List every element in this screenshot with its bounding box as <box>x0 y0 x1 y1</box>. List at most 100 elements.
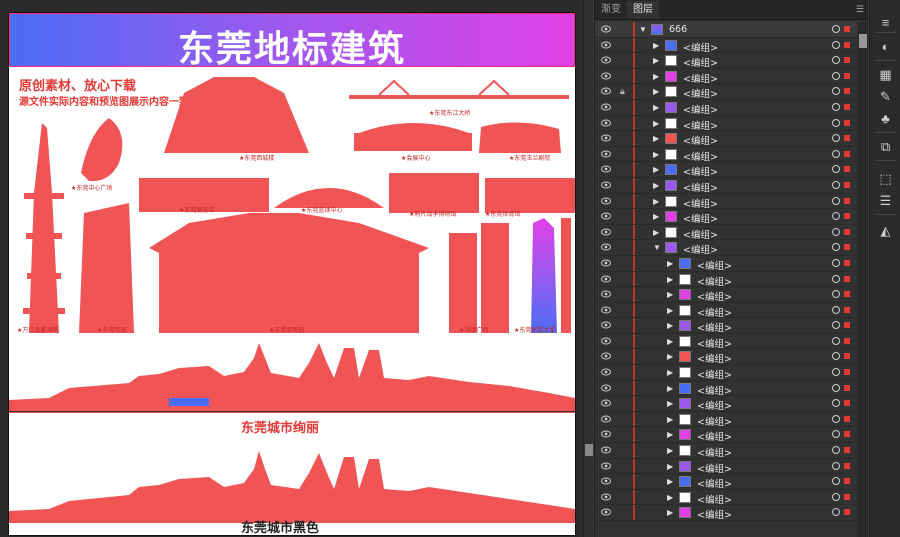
selection-indicator[interactable] <box>844 26 850 32</box>
target-circle-icon[interactable] <box>832 87 840 96</box>
layer-name[interactable]: <编组> <box>697 383 732 397</box>
visibility-eye-icon[interactable] <box>601 321 611 329</box>
collapse-triangle-icon[interactable]: ▼ <box>653 243 661 252</box>
expand-triangle-icon[interactable]: ▶ <box>667 399 673 408</box>
expand-triangle-icon[interactable]: ▶ <box>667 275 673 284</box>
layer-row[interactable]: ▶ <编组> <box>595 396 857 412</box>
selection-indicator[interactable] <box>844 415 850 422</box>
expand-triangle-icon[interactable]: ▶ <box>653 165 659 174</box>
selection-indicator[interactable] <box>844 291 850 298</box>
layer-row[interactable]: ▶ <编组> <box>595 474 857 490</box>
layer-row[interactable]: 🔒︎ ▶ <编组> <box>595 84 857 100</box>
layer-name[interactable]: <编组> <box>683 164 718 178</box>
visibility-eye-icon[interactable] <box>601 181 611 189</box>
expand-triangle-icon[interactable]: ▶ <box>653 212 659 221</box>
layer-row[interactable]: ▶ <编组> <box>595 443 857 459</box>
target-circle-icon[interactable] <box>832 461 840 470</box>
selection-indicator[interactable] <box>844 369 850 376</box>
layers-scrollbar-thumb[interactable] <box>859 34 867 48</box>
artboard[interactable]: 东莞地标建筑 原创素材、放心下载 源文件实际内容和预览图展示内容一致 ★东莞中心… <box>8 12 576 536</box>
target-circle-icon[interactable] <box>832 180 840 189</box>
layer-row[interactable]: ▶ <编组> <box>595 99 857 116</box>
layer-name[interactable]: 666 <box>669 24 687 35</box>
layer-name[interactable]: <编组> <box>697 336 732 350</box>
selection-indicator[interactable] <box>844 337 850 344</box>
selection-indicator[interactable] <box>844 322 850 329</box>
layer-name[interactable]: <编组> <box>683 40 718 54</box>
layer-name[interactable]: <编组> <box>697 351 732 365</box>
layer-row[interactable]: ▶ <编组> <box>595 505 857 521</box>
visibility-eye-icon[interactable] <box>601 103 611 111</box>
layer-row[interactable]: ▶ <编组> <box>595 193 857 210</box>
layer-row[interactable]: ▶ <编组> <box>595 271 857 288</box>
layer-name[interactable]: <编组> <box>683 86 718 100</box>
layer-row[interactable]: ▶ <编组> <box>595 131 857 147</box>
visibility-eye-icon[interactable] <box>601 508 611 516</box>
layer-row[interactable]: ▶ <编组> <box>595 458 857 475</box>
expand-triangle-icon[interactable]: ▼ <box>639 25 647 34</box>
target-circle-icon[interactable] <box>832 196 840 205</box>
expand-triangle-icon[interactable]: ▶ <box>653 150 659 159</box>
target-circle-icon[interactable] <box>832 492 840 501</box>
selection-indicator[interactable] <box>844 103 850 110</box>
target-circle-icon[interactable] <box>832 399 840 408</box>
layer-row[interactable]: ▶ <编组> <box>595 427 857 443</box>
transform-icon[interactable]: ⬚ <box>877 170 894 187</box>
swatches-icon[interactable]: ▦ <box>877 66 894 83</box>
selection-indicator[interactable] <box>844 119 850 126</box>
visibility-eye-icon[interactable] <box>601 415 611 423</box>
layer-row[interactable]: ▶ <编组> <box>595 333 857 350</box>
layer-name[interactable]: <编组> <box>697 258 732 272</box>
selection-indicator[interactable] <box>844 353 850 360</box>
target-circle-icon[interactable] <box>832 508 840 517</box>
layer-name[interactable]: <编组> <box>697 492 732 506</box>
layer-row[interactable]: ▶ <编组> <box>595 365 857 381</box>
canvas-scrollbar-thumb[interactable] <box>585 444 593 456</box>
visibility-eye-icon[interactable] <box>601 134 611 142</box>
expand-triangle-icon[interactable]: ▶ <box>667 384 673 393</box>
visibility-eye-icon[interactable] <box>601 197 611 205</box>
visibility-eye-icon[interactable] <box>601 228 611 236</box>
expand-triangle-icon[interactable]: ▶ <box>667 415 673 424</box>
layer-row[interactable]: ▶ <编组> <box>595 68 857 85</box>
selection-indicator[interactable] <box>844 150 850 157</box>
expand-triangle-icon[interactable]: ▶ <box>667 446 673 455</box>
target-circle-icon[interactable] <box>832 336 840 345</box>
visibility-eye-icon[interactable] <box>601 306 611 314</box>
expand-triangle-icon[interactable]: ▶ <box>653 103 659 112</box>
target-circle-icon[interactable] <box>832 477 840 486</box>
layer-row[interactable]: ▶ <编组> <box>595 287 857 303</box>
selection-indicator[interactable] <box>844 213 850 220</box>
layer-name[interactable]: <编组> <box>697 398 732 412</box>
visibility-eye-icon[interactable] <box>601 290 611 298</box>
expand-triangle-icon[interactable]: ▶ <box>667 259 673 268</box>
layer-row[interactable]: ▶ <编组> <box>595 209 857 225</box>
panel-menu-icon[interactable]: ☰ <box>856 4 864 15</box>
expand-triangle-icon[interactable]: ▶ <box>667 368 673 377</box>
layer-row[interactable]: ▶ <编组> <box>595 177 857 194</box>
visibility-eye-icon[interactable] <box>601 399 611 407</box>
selection-indicator[interactable] <box>844 400 850 407</box>
target-circle-icon[interactable] <box>832 305 840 314</box>
layer-name[interactable]: <编组> <box>683 55 718 69</box>
layer-row[interactable]: ▶ <编组> <box>595 146 857 163</box>
expand-triangle-icon[interactable]: ▶ <box>667 493 673 502</box>
target-circle-icon[interactable] <box>832 243 840 252</box>
visibility-eye-icon[interactable] <box>601 446 611 454</box>
layer-name[interactable]: <编组> <box>697 320 732 334</box>
expand-triangle-icon[interactable]: ▶ <box>653 181 659 190</box>
layer-row[interactable]: ▶ <编组> <box>595 224 857 241</box>
skyline-colorful[interactable] <box>9 338 575 413</box>
landmarks-illustration[interactable] <box>9 73 575 335</box>
target-circle-icon[interactable] <box>832 446 840 455</box>
visibility-eye-icon[interactable] <box>601 25 611 33</box>
layer-name[interactable]: <编组> <box>683 102 718 116</box>
target-circle-icon[interactable] <box>832 212 840 221</box>
visibility-eye-icon[interactable] <box>601 477 611 485</box>
layer-row-top[interactable]: ▼ 666 <box>595 22 857 38</box>
expand-triangle-icon[interactable]: ▶ <box>667 321 673 330</box>
selection-indicator[interactable] <box>844 88 850 95</box>
layers-list[interactable]: ▼ 666 ▶ <编组> ▶ <编组> ▶ <编组> 🔒︎ ▶ <编组> ▶ <编组> ▶ <编组> ▶ <编组… <box>595 22 857 537</box>
layer-name[interactable]: <编组> <box>683 242 718 256</box>
target-circle-icon[interactable] <box>832 274 840 283</box>
